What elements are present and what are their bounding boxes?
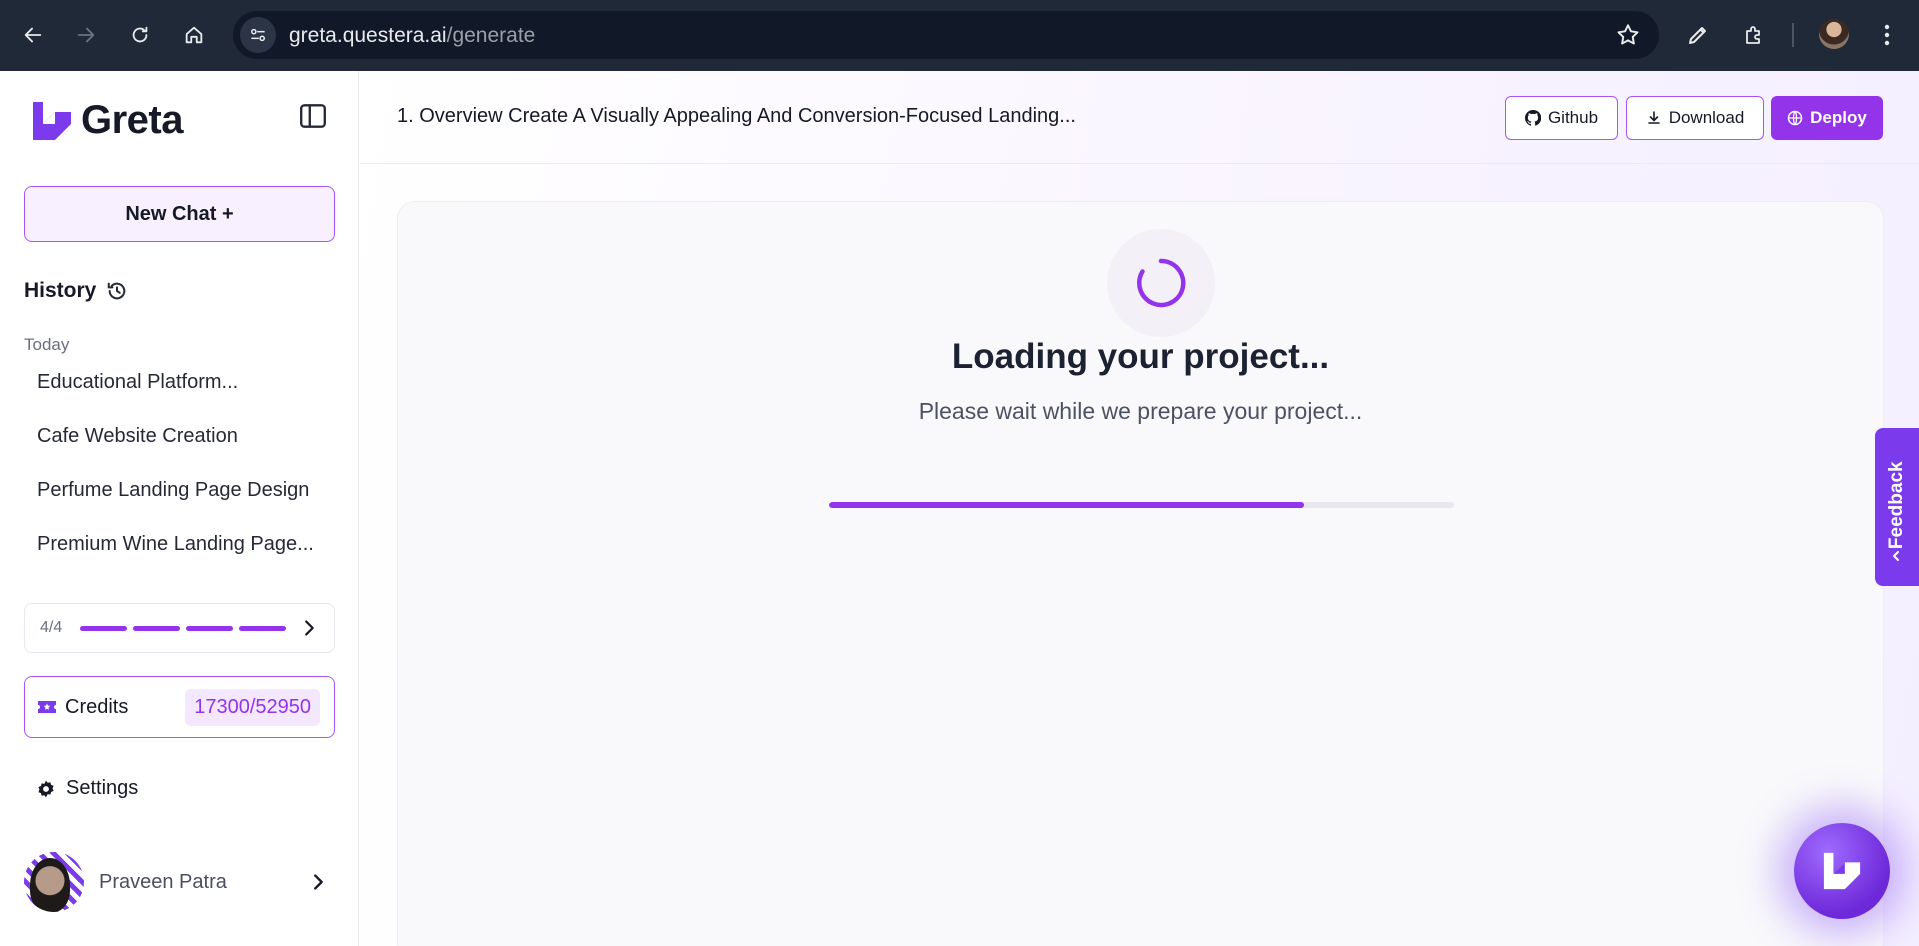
history-item[interactable]: Educational Platform...: [37, 371, 327, 394]
loading-progress-bar: [829, 502, 1454, 508]
pager-count: 4/4: [40, 619, 63, 636]
url-path: /generate: [446, 24, 536, 47]
loading-subtitle: Please wait while we prepare your projec…: [918, 398, 1363, 424]
loading-title: Loading your project...: [951, 337, 1330, 376]
greta-logo-icon: [33, 101, 71, 140]
history-header: History: [24, 279, 128, 303]
sidebar: Greta New Chat + History Today Education…: [0, 71, 359, 946]
progress-fill: [829, 502, 1304, 508]
today-label: Today: [24, 335, 70, 354]
forward-button[interactable]: [68, 17, 104, 53]
deploy-label: Deploy: [1810, 108, 1867, 127]
home-icon: [185, 26, 203, 44]
settings-label: Settings: [66, 777, 139, 799]
browser-toolbar: greta.questera.ai/generate: [0, 0, 1919, 71]
greta-assistant-button[interactable]: [1794, 823, 1890, 919]
extensions-icon: [1746, 26, 1760, 44]
reload-button[interactable]: [122, 17, 158, 53]
forward-icon: [77, 27, 95, 43]
reload-icon: [132, 26, 148, 43]
chevron-left-icon: [1893, 551, 1899, 561]
site-info-icon: [251, 28, 265, 42]
deploy-button[interactable]: Deploy: [1771, 96, 1883, 140]
loading-spinner-icon: [1137, 258, 1186, 308]
gear-icon: [38, 780, 54, 797]
credits-label: Credits: [65, 695, 129, 718]
download-button[interactable]: Download: [1626, 96, 1764, 140]
profile-avatar[interactable]: [1819, 19, 1849, 49]
avatar: [24, 852, 84, 912]
pen-button[interactable]: [1683, 20, 1713, 50]
settings-link[interactable]: Settings: [36, 777, 138, 800]
pager-bar: [133, 625, 180, 631]
credits-value: 17300/52950: [185, 689, 320, 726]
site-info-button[interactable]: [240, 17, 276, 53]
pager-bar: [186, 625, 233, 631]
pager-bars: [80, 625, 286, 631]
back-button[interactable]: [15, 17, 51, 53]
menu-icon: [1884, 24, 1890, 46]
pen-icon: [1689, 27, 1706, 44]
github-button[interactable]: Github: [1505, 96, 1618, 140]
download-icon: [1647, 111, 1660, 124]
back-icon: [24, 27, 42, 43]
star-icon[interactable]: [1615, 22, 1641, 48]
preview-panel: Loading your project... Please wait whil…: [397, 201, 1884, 946]
toolbar-divider: [1792, 23, 1794, 47]
address-bar[interactable]: greta.questera.ai/generate: [233, 11, 1659, 59]
spinner-container: [1107, 229, 1215, 337]
main-area: 1. Overview Create A Visually Appealing …: [360, 71, 1919, 946]
logo-text: Greta: [81, 98, 184, 142]
page-title: 1. Overview Create A Visually Appealing …: [397, 105, 1076, 127]
feedback-label: Feedback: [1886, 461, 1907, 550]
download-label: Download: [1668, 108, 1745, 127]
ticket-icon: [38, 701, 56, 713]
globe-icon: [1787, 110, 1803, 126]
main-header: 1. Overview Create A Visually Appealing …: [360, 71, 1919, 164]
user-profile[interactable]: Praveen Patra: [24, 852, 335, 912]
extensions-button[interactable]: [1739, 20, 1769, 50]
new-chat-button[interactable]: New Chat +: [24, 186, 335, 242]
history-item[interactable]: Cafe Website Creation: [37, 425, 327, 448]
pager-bar: [239, 625, 286, 631]
history-item[interactable]: Perfume Landing Page Design: [37, 479, 327, 502]
pager-bar: [80, 625, 127, 631]
chevron-right-icon[interactable]: [298, 617, 320, 639]
greta-logo-icon: [1823, 852, 1861, 890]
github-icon: [1525, 110, 1541, 126]
history-item[interactable]: Premium Wine Landing Page...: [37, 533, 327, 557]
url-text[interactable]: greta.questera.ai/generate: [289, 24, 535, 48]
logo[interactable]: Greta: [31, 98, 184, 143]
url-domain: greta.questera.ai: [289, 24, 447, 47]
sidebar-toggle-icon[interactable]: [298, 101, 328, 131]
user-name: Praveen Patra: [99, 870, 227, 893]
chevron-right-icon[interactable]: [307, 871, 329, 893]
credits-box[interactable]: Credits 17300/52950: [24, 676, 335, 738]
browser-menu-button[interactable]: [1872, 20, 1902, 50]
history-pager: 4/4: [24, 603, 335, 653]
feedback-tab[interactable]: Feedback: [1875, 428, 1919, 586]
home-button[interactable]: [176, 17, 212, 53]
history-label: History: [24, 279, 97, 302]
history-icon[interactable]: [106, 280, 128, 302]
github-label: Github: [1547, 108, 1599, 127]
